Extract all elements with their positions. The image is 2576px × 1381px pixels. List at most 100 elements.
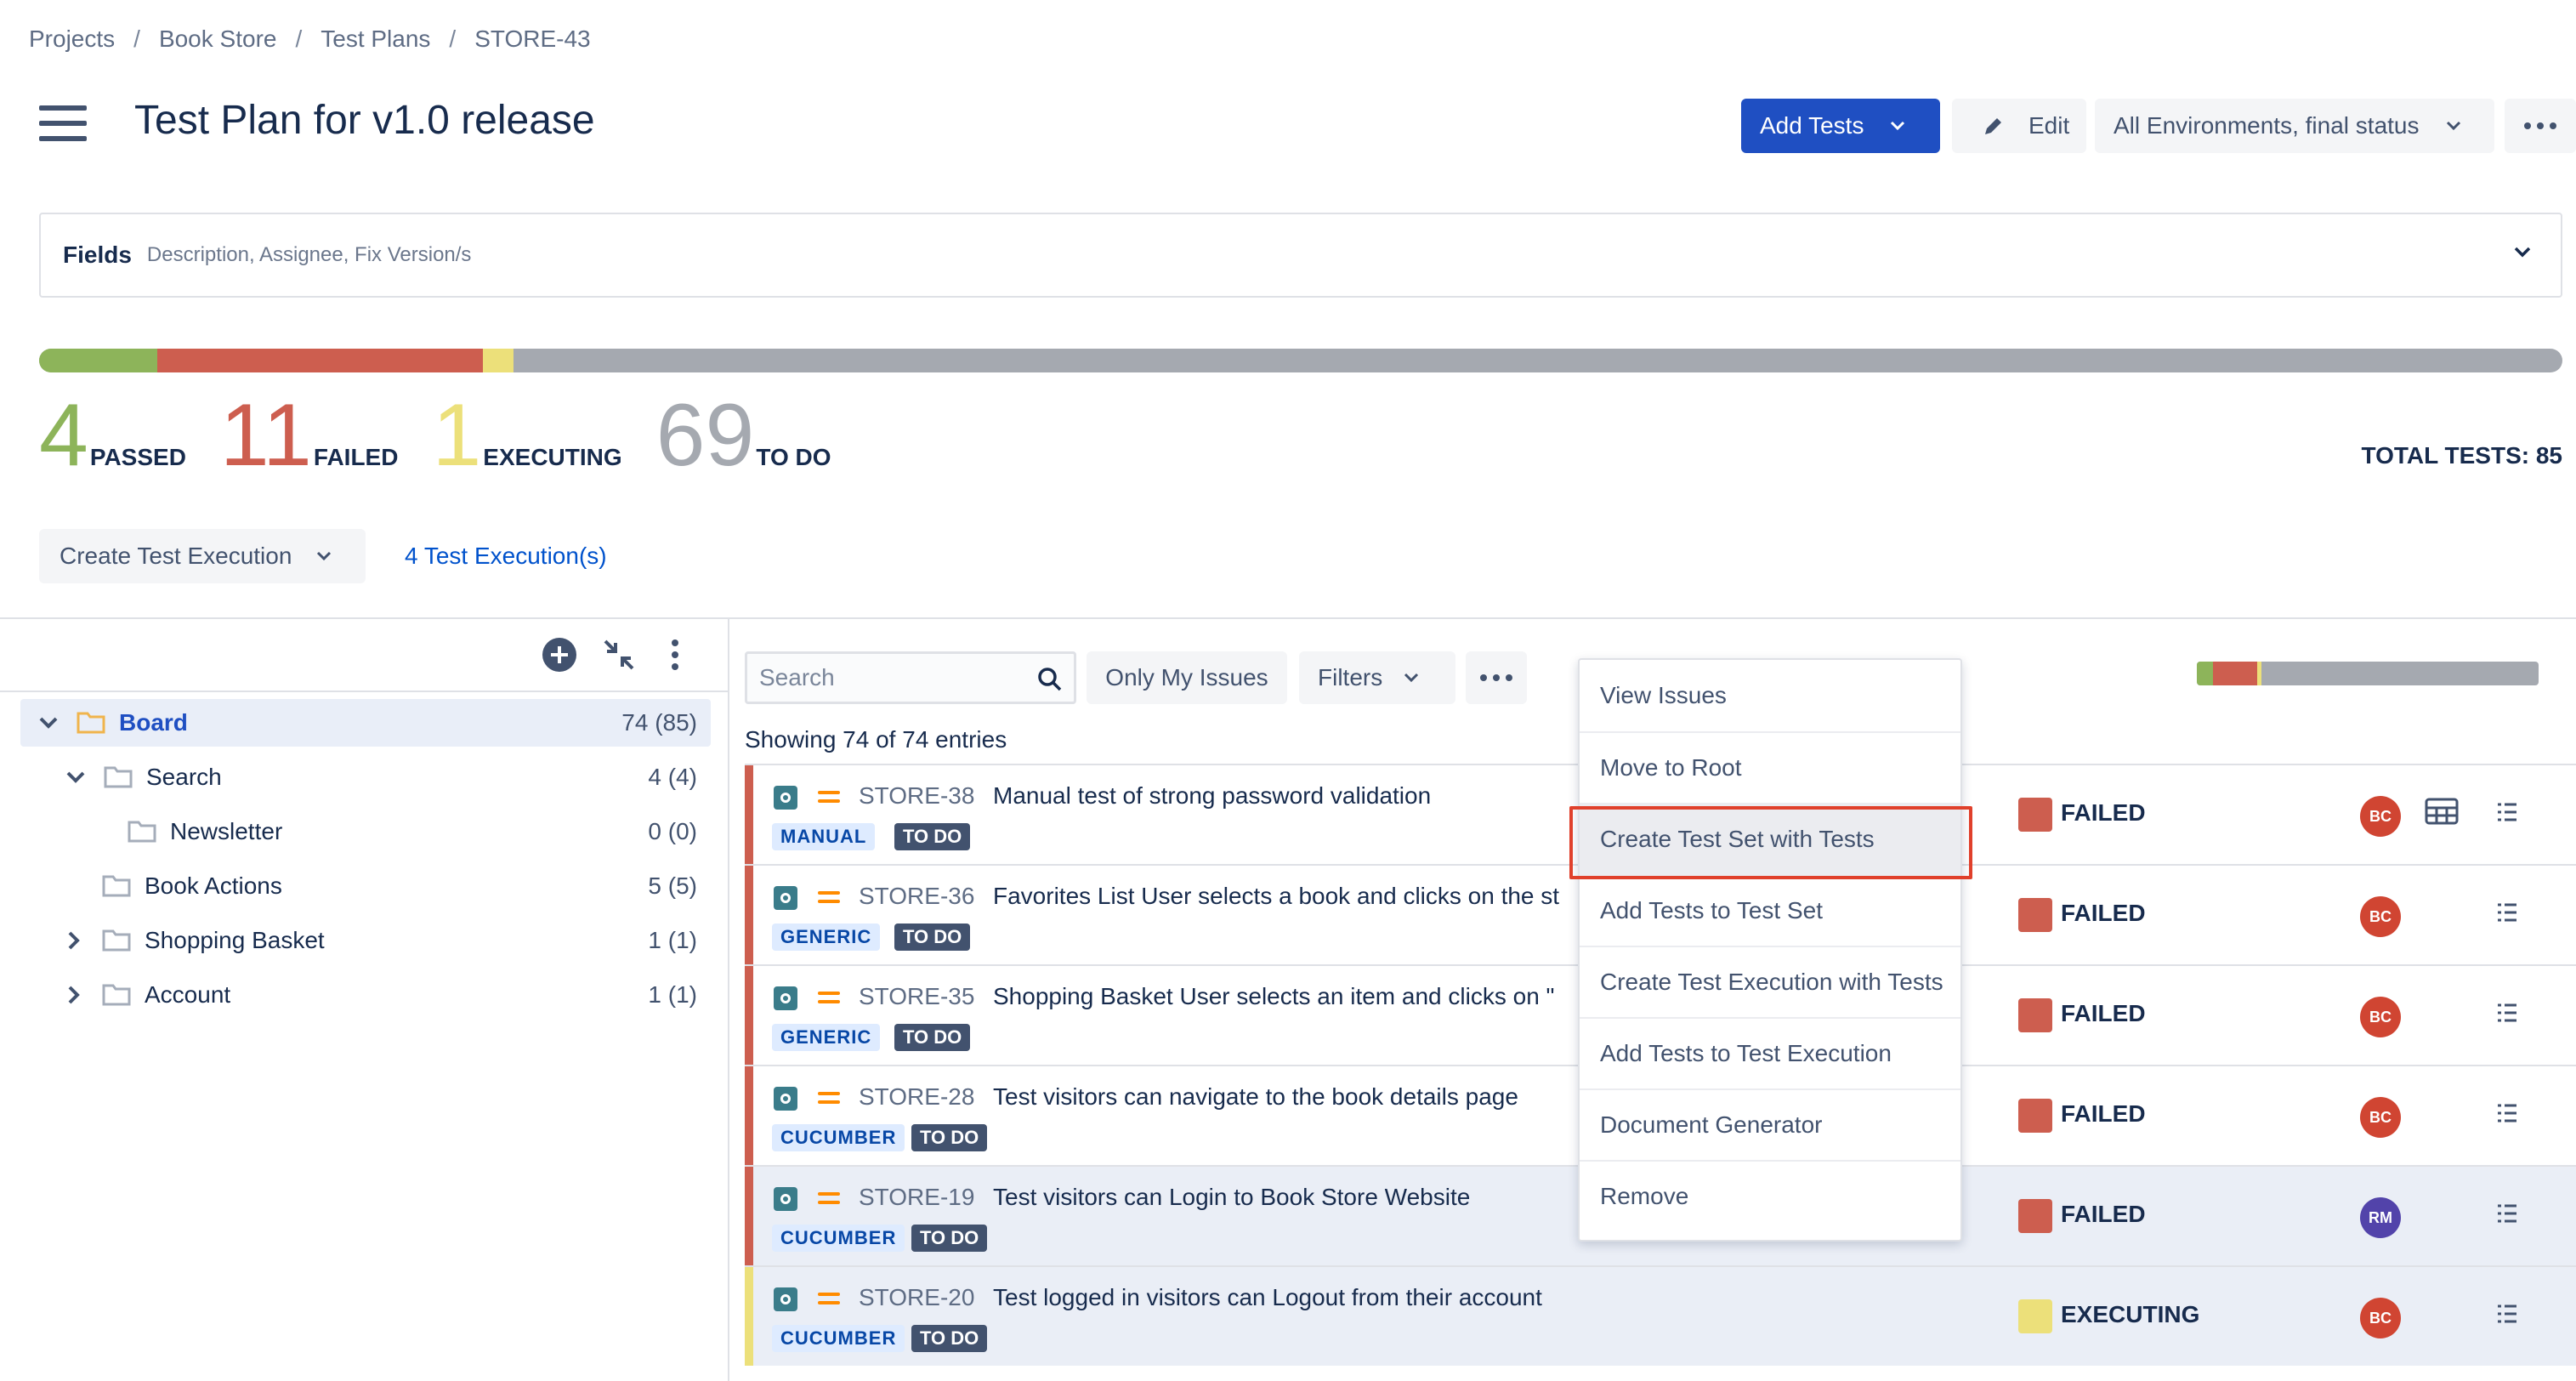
menu-item-view-issues[interactable]: View Issues (1580, 660, 1960, 731)
chevron-down-icon (1404, 673, 1419, 683)
context-menu: View Issues Move to Root Create Test Set… (1578, 658, 1962, 1242)
stat-todo[interactable]: 69 TO DO (656, 391, 831, 480)
chevron-down-icon[interactable] (2513, 245, 2532, 259)
status-stripe (745, 866, 753, 964)
tree-item-account[interactable]: Account 1 (1) (20, 971, 711, 1019)
tree-item-search[interactable]: Search 4 (4) (20, 753, 711, 801)
tree-item-count: 74 (85) (621, 709, 697, 736)
table-more-button[interactable] (1466, 651, 1527, 704)
priority-medium-icon (818, 1191, 840, 1208)
table-row[interactable]: STORE-20 Test logged in visitors can Logo… (745, 1265, 2576, 1366)
stat-executing-label: EXECUTING (483, 444, 622, 470)
add-tests-button[interactable]: Add Tests (1741, 99, 1940, 153)
test-details-list-icon[interactable] (2496, 901, 2518, 924)
breadcrumb-separator: / (133, 26, 140, 52)
issue-summary[interactable]: Test logged in visitors can Logout from … (993, 1284, 1542, 1311)
avatar[interactable]: BC (2360, 1097, 2401, 1138)
avatar[interactable]: BC (2360, 796, 2401, 837)
breadcrumb-book-store[interactable]: Book Store (159, 26, 277, 53)
more-actions-button[interactable] (2505, 99, 2576, 153)
progress-executing (2256, 662, 2261, 685)
tree-options-icon[interactable] (667, 636, 684, 673)
test-details-list-icon[interactable] (2496, 1002, 2518, 1024)
test-executions-link[interactable]: 4 Test Execution(s) (405, 543, 607, 570)
collapse-icon[interactable] (600, 636, 638, 673)
menu-icon[interactable] (39, 105, 87, 141)
add-tests-label: Add Tests (1760, 112, 1864, 139)
issue-summary[interactable]: Shopping Basket User selects an item and… (993, 983, 1555, 1010)
test-details-list-icon[interactable] (2496, 1303, 2518, 1325)
search-field[interactable] (745, 651, 1076, 704)
tree-item-shopping-basket[interactable]: Shopping Basket 1 (1) (20, 917, 711, 964)
test-status-swatch (2018, 1299, 2052, 1333)
issue-summary[interactable]: Manual test of strong password validatio… (993, 782, 1431, 810)
breadcrumb-issue-key[interactable]: STORE-43 (474, 26, 590, 53)
issue-summary[interactable]: Test visitors can navigate to the book d… (993, 1083, 1518, 1111)
priority-medium-icon (818, 990, 840, 1007)
avatar[interactable]: BC (2360, 997, 2401, 1037)
chevron-down-icon[interactable] (37, 715, 60, 730)
issue-key[interactable]: STORE-35 (859, 983, 974, 1010)
folder-open-icon (104, 766, 133, 788)
fields-panel[interactable]: Fields Description, Assignee, Fix Versio… (39, 213, 2562, 298)
search-icon[interactable] (1036, 666, 1064, 693)
breadcrumb-test-plans[interactable]: Test Plans (321, 26, 430, 53)
stat-failed[interactable]: 11 FAILED (220, 391, 399, 480)
test-details-list-icon[interactable] (2496, 1102, 2518, 1124)
issue-key[interactable]: STORE-38 (859, 782, 974, 810)
menu-item-create-test-execution[interactable]: Create Test Execution with Tests (1580, 946, 1960, 1017)
test-type-badge: CUCUMBER (772, 1124, 905, 1151)
tree-item-book-actions[interactable]: Book Actions 5 (5) (20, 862, 711, 910)
menu-item-remove[interactable]: Remove (1580, 1160, 1960, 1231)
table-grid-icon[interactable] (2425, 798, 2459, 825)
tree-item-count: 1 (1) (648, 981, 697, 1008)
edit-button[interactable]: Edit (1952, 99, 2086, 153)
test-type-badge: CUCUMBER (772, 1225, 905, 1252)
menu-item-add-tests-to-test-set[interactable]: Add Tests to Test Set (1580, 874, 1960, 946)
only-my-issues-button[interactable]: Only My Issues (1087, 651, 1287, 704)
issue-summary[interactable]: Test visitors can Login to Book Store We… (993, 1184, 1470, 1211)
issue-key[interactable]: STORE-28 (859, 1083, 974, 1111)
tree-item-newsletter[interactable]: Newsletter 0 (0) (20, 808, 711, 855)
tree-item-count: 0 (0) (648, 818, 697, 844)
avatar[interactable]: BC (2360, 1298, 2401, 1338)
chevron-down-icon (317, 551, 332, 561)
stat-failed-label: FAILED (313, 444, 399, 470)
test-details-list-icon[interactable] (2496, 1202, 2518, 1225)
tree-item-label: Book Actions (145, 872, 282, 899)
avatar[interactable]: RM (2360, 1197, 2401, 1238)
avatar[interactable]: BC (2360, 896, 2401, 937)
chevron-right-icon[interactable] (66, 929, 82, 952)
breadcrumb-projects[interactable]: Projects (29, 26, 115, 53)
filters-label: Filters (1318, 664, 1383, 690)
menu-item-add-tests-to-test-execution[interactable]: Add Tests to Test Execution (1580, 1017, 1960, 1088)
environment-select[interactable]: All Environments, final status (2095, 99, 2494, 153)
search-input[interactable] (759, 664, 1031, 691)
test-status-label: FAILED (2061, 1100, 2146, 1127)
menu-item-create-test-set[interactable]: Create Test Set with Tests (1580, 803, 1960, 874)
menu-item-move-to-root[interactable]: Move to Root (1580, 731, 1960, 803)
tree-item-board[interactable]: Board 74 (85) (20, 699, 711, 747)
chevron-down-icon[interactable] (65, 770, 87, 785)
chevron-right-icon[interactable] (66, 984, 82, 1006)
more-icon (1480, 674, 1512, 681)
overall-progress-bar (39, 349, 2562, 372)
issue-key[interactable]: STORE-19 (859, 1184, 974, 1211)
priority-medium-icon (818, 789, 840, 806)
status-stripe (745, 1066, 753, 1165)
issue-key[interactable]: STORE-20 (859, 1284, 974, 1311)
stat-passed[interactable]: 4 PASSED (39, 391, 186, 480)
progress-passed (39, 349, 158, 372)
total-tests: TOTAL TESTS: 85 (2361, 442, 2562, 469)
add-folder-icon[interactable] (541, 636, 578, 673)
folder-icon (102, 929, 131, 952)
filters-button[interactable]: Filters (1299, 651, 1455, 704)
stat-executing[interactable]: 1 EXECUTING (432, 391, 621, 480)
test-details-list-icon[interactable] (2496, 801, 2518, 823)
issue-key[interactable]: STORE-36 (859, 883, 974, 910)
stat-executing-count: 1 (432, 386, 482, 485)
issue-summary[interactable]: Favorites List User selects a book and c… (993, 883, 1559, 910)
test-type-badge: GENERIC (772, 924, 881, 951)
create-test-execution-button[interactable]: Create Test Execution (39, 529, 366, 583)
menu-item-document-generator[interactable]: Document Generator (1580, 1088, 1960, 1160)
